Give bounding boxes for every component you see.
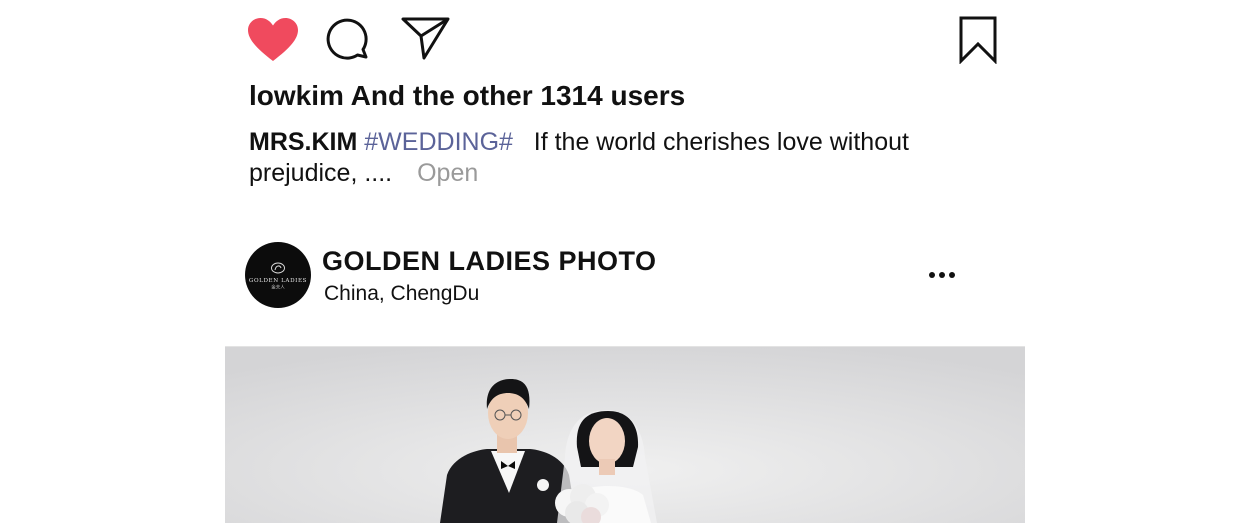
account-location[interactable]: China, ChengDu bbox=[324, 282, 479, 306]
speech-bubble-icon bbox=[326, 18, 368, 60]
heart-filled-icon bbox=[248, 18, 298, 61]
golden-ladies-logo: GOLDEN LADIES 金夫人 bbox=[249, 262, 307, 291]
like-button[interactable] bbox=[247, 17, 299, 63]
likes-count[interactable]: lowkim And the other 1314 users bbox=[249, 80, 685, 112]
caption-username[interactable]: MRS.KIM bbox=[249, 128, 357, 156]
avatar-logo-subtext: 金夫人 bbox=[271, 284, 285, 291]
post-caption: MRS.KIM #WEDDING# If the world cherishes… bbox=[249, 127, 949, 189]
avatar[interactable]: GOLDEN LADIES 金夫人 bbox=[245, 242, 311, 308]
paper-plane-icon bbox=[401, 17, 450, 60]
share-button[interactable] bbox=[400, 15, 452, 61]
avatar-logo-text: GOLDEN LADIES bbox=[249, 278, 307, 284]
account-name[interactable]: GOLDEN LADIES PHOTO bbox=[322, 246, 657, 277]
post-photo[interactable] bbox=[225, 346, 1025, 523]
more-horizontal-icon bbox=[929, 272, 955, 278]
more-options-button[interactable] bbox=[926, 265, 958, 285]
caption-hashtag[interactable]: #WEDDING# bbox=[364, 128, 513, 156]
wedding-portrait-image bbox=[225, 347, 1025, 523]
bookmark-icon bbox=[959, 16, 997, 64]
comment-button[interactable] bbox=[326, 18, 372, 64]
caption-open-link[interactable]: Open bbox=[417, 159, 478, 187]
save-button[interactable] bbox=[958, 16, 998, 64]
